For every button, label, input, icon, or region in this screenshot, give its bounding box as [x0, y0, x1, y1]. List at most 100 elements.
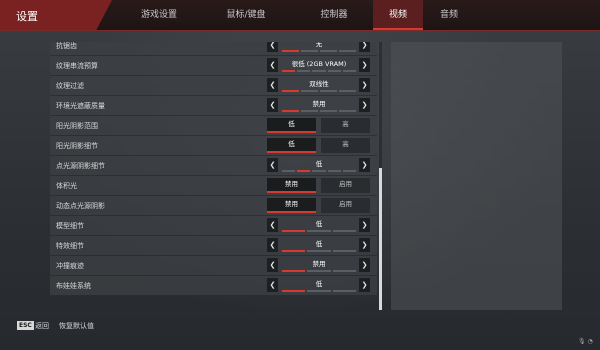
setting-level-indicator	[282, 230, 356, 232]
page-title: 设置	[16, 10, 38, 23]
level-tick	[307, 290, 331, 292]
setting-label: 特效细节	[56, 242, 84, 250]
level-tick	[332, 230, 356, 232]
toggle-option[interactable]: 启用	[321, 198, 370, 213]
toggle-option[interactable]: 高	[321, 138, 370, 153]
settings-list: 抗锯齿 ❮ 无 ❯ 纹理串流预算 ❮ 很低 (2GB VRAM) ❯ 纹理过滤 ❮ 双线性 ❯ 环境光遮…	[50, 42, 377, 310]
reset-defaults-button[interactable]: 恢复默认值	[59, 321, 94, 331]
setting-row[interactable]: 纹理过滤 ❮ 双线性 ❯	[50, 76, 377, 96]
setting-row[interactable]: 布娃娃系统 ❮ 低 ❯	[50, 276, 377, 296]
toggle-option[interactable]: 低	[267, 118, 316, 133]
network-icon: ◔	[587, 338, 593, 345]
level-tick	[332, 290, 356, 292]
setting-row[interactable]: 阳光阴影细节 低高	[50, 136, 377, 156]
setting-row[interactable]: 纹理串流预算 ❮ 很低 (2GB VRAM) ❯	[50, 56, 377, 76]
setting-level-indicator	[282, 70, 356, 72]
setting-label: 抗锯齿	[56, 42, 77, 50]
chevron-left-icon[interactable]: ❮	[267, 258, 278, 272]
toggle-option[interactable]: 低	[267, 138, 316, 153]
toggle-option[interactable]: 启用	[321, 178, 370, 193]
level-tick	[282, 110, 299, 112]
scrollbar-thumb[interactable]	[379, 168, 382, 311]
level-tick	[301, 50, 318, 52]
level-tick	[327, 70, 341, 72]
level-tick	[339, 110, 356, 112]
chevron-left-icon[interactable]: ❮	[267, 78, 278, 92]
setting-label: 体积光	[56, 182, 77, 190]
chevron-right-icon[interactable]: ❯	[359, 258, 370, 272]
level-tick	[282, 290, 306, 292]
setting-label: 动态点光源阴影	[56, 202, 105, 210]
setting-level-indicator	[282, 90, 356, 92]
level-tick	[307, 230, 331, 232]
toggle-option[interactable]: 禁用	[267, 178, 316, 193]
level-tick	[282, 170, 296, 172]
level-tick	[282, 230, 306, 232]
setting-level-indicator	[282, 250, 356, 252]
level-tick	[339, 50, 356, 52]
level-tick	[339, 90, 356, 92]
chevron-right-icon[interactable]: ❯	[359, 42, 370, 52]
setting-row[interactable]: 冲撞痕迹 ❮ 禁用 ❯	[50, 256, 377, 276]
chevron-right-icon[interactable]: ❯	[359, 278, 370, 292]
back-button[interactable]: 返回	[35, 321, 49, 331]
setting-label: 阳光阴影范围	[56, 122, 98, 130]
level-tick	[307, 250, 331, 252]
setting-row[interactable]: 体积光 禁用 启用	[50, 176, 377, 196]
setting-label: 模型细节	[56, 222, 84, 230]
tab-gameplay[interactable]: 游戏设置	[130, 0, 188, 30]
chevron-left-icon[interactable]: ❮	[267, 278, 278, 292]
setting-row[interactable]: 点光源阴影细节 ❮ 低 ❯	[50, 156, 377, 176]
setting-label: 纹理过滤	[56, 82, 84, 90]
chevron-left-icon[interactable]: ❮	[267, 58, 278, 72]
chevron-right-icon[interactable]: ❯	[359, 158, 370, 172]
chevron-right-icon[interactable]: ❯	[359, 58, 370, 72]
chevron-left-icon[interactable]: ❮	[267, 238, 278, 252]
preview-panel	[391, 42, 562, 310]
microphone-icon: 🎙	[578, 338, 586, 345]
level-tick	[282, 250, 306, 252]
chevron-left-icon[interactable]: ❮	[267, 98, 278, 112]
level-tick	[301, 110, 318, 112]
toggle-option[interactable]: 高	[321, 118, 370, 133]
setting-row[interactable]: 抗锯齿 ❮ 无 ❯	[50, 42, 377, 56]
level-tick	[282, 70, 296, 72]
setting-row[interactable]: 环境光遮蔽质量 ❮ 禁用 ❯	[50, 96, 377, 116]
level-tick	[282, 270, 306, 272]
level-tick	[312, 170, 326, 172]
level-tick	[301, 90, 318, 92]
chevron-right-icon[interactable]: ❯	[359, 98, 370, 112]
level-tick	[297, 170, 311, 172]
tab-controller[interactable]: 控制器	[306, 0, 362, 30]
setting-label: 布娃娃系统	[56, 282, 91, 290]
chevron-right-icon[interactable]: ❯	[359, 218, 370, 232]
level-tick	[282, 90, 299, 92]
chevron-right-icon[interactable]: ❯	[359, 78, 370, 92]
chevron-left-icon[interactable]: ❮	[267, 158, 278, 172]
chevron-left-icon[interactable]: ❮	[267, 42, 278, 52]
level-tick	[320, 50, 337, 52]
setting-row[interactable]: 动态点光源阴影 禁用 启用	[50, 196, 377, 216]
esc-key-icon: ESC	[17, 321, 34, 330]
toggle-option[interactable]: 禁用	[267, 198, 316, 213]
level-tick	[332, 250, 356, 252]
tab-video[interactable]: 视频	[373, 0, 423, 30]
setting-level-indicator	[282, 110, 356, 112]
level-tick	[342, 170, 356, 172]
level-tick	[307, 270, 331, 272]
setting-level-indicator	[282, 170, 356, 172]
setting-label: 点光源阴影细节	[56, 162, 105, 170]
level-tick	[342, 70, 356, 72]
setting-level-indicator	[282, 270, 356, 272]
chevron-right-icon[interactable]: ❯	[359, 238, 370, 252]
setting-row[interactable]: 模型细节 ❮ 低 ❯	[50, 216, 377, 236]
chevron-left-icon[interactable]: ❮	[267, 218, 278, 232]
setting-level-indicator	[282, 290, 356, 292]
setting-row[interactable]: 特效细节 ❮ 低 ❯	[50, 236, 377, 256]
top-bar: 设置 游戏设置 鼠标/键盘 控制器 视频 音频	[0, 0, 600, 30]
setting-row[interactable]: 阳光阴影范围 低高	[50, 116, 377, 136]
tab-mouse-keyboard[interactable]: 鼠标/键盘	[213, 0, 279, 30]
setting-label: 环境光遮蔽质量	[56, 102, 105, 110]
tab-audio[interactable]: 音频	[428, 0, 470, 30]
status-icons: 🎙 ◔	[578, 338, 593, 345]
